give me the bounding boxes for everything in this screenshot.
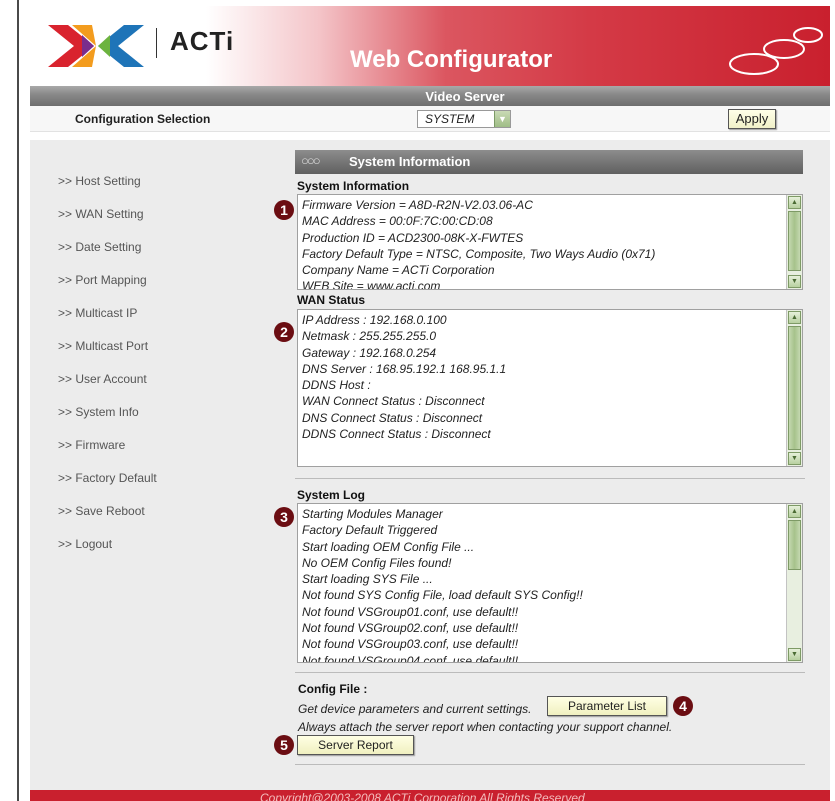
sidebar-item-firmware[interactable]: >> Firmware	[58, 438, 125, 452]
system-log-line: Not found VSGroup03.conf, use default!!	[302, 637, 519, 652]
wan-status-line: DNS Connect Status : Disconnect	[302, 410, 483, 425]
wan-status-line: WAN Connect Status : Disconnect	[302, 394, 485, 409]
server-report-button[interactable]: Server Report	[297, 735, 414, 755]
system-info-line: Firmware Version = A8D-R2N-V2.03.06-AC	[302, 198, 533, 212]
sidebar-item-date-setting[interactable]: >> Date Setting	[58, 240, 141, 254]
system-info-lines: Firmware Version = A8D-R2N-V2.03.06-AC M…	[302, 197, 656, 290]
wan-status-lines: IP Address : 192.168.0.100 Netmask : 255…	[302, 312, 506, 442]
system-log-line: Start loading OEM Config File ...	[302, 539, 475, 554]
sidebar-item-factory-default[interactable]: >> Factory Default	[58, 471, 157, 485]
divider	[295, 764, 805, 765]
panel-title: System Information	[349, 154, 471, 169]
system-log-line: Not found VSGroup04.conf, use default!!	[302, 653, 519, 663]
wan-status-line: IP Address : 192.168.0.100	[302, 313, 447, 327]
sidebar-item-system-info[interactable]: >> System Info	[58, 405, 139, 419]
sidebar-item-logout[interactable]: >> Logout	[58, 537, 112, 551]
config-file-description: Get device parameters and current settin…	[298, 702, 532, 716]
sidebar: >> Host Setting >> WAN Setting >> Date S…	[30, 140, 266, 790]
chevron-down-icon[interactable]: ▼	[494, 111, 510, 127]
copyright-text: Copyright@2003-2008 ACTi Corporation All…	[260, 791, 585, 801]
scroll-thumb[interactable]	[788, 211, 801, 271]
parameter-list-button[interactable]: Parameter List	[547, 696, 667, 716]
sidebar-item-multicast-port[interactable]: >> Multicast Port	[58, 339, 148, 353]
config-selection-value: SYSTEM	[425, 112, 475, 126]
system-log-line: Start loading SYS File ...	[302, 572, 433, 587]
system-info-line: Production ID = ACD2300-08K-X-FWTES	[302, 230, 524, 245]
server-report-description: Always attach the server report when con…	[298, 720, 673, 734]
wan-status-line: Gateway : 192.168.0.254	[302, 345, 437, 360]
sidebar-item-multicast-ip[interactable]: >> Multicast IP	[58, 306, 137, 320]
system-log-line: Factory Default Triggered	[302, 523, 438, 538]
system-info-line: WEB Site = www.acti.com	[302, 279, 441, 290]
system-log-line: Not found VSGroup02.conf, use default!!	[302, 621, 519, 636]
config-selection-bar: Configuration Selection SYSTEM ▼ Apply	[30, 106, 830, 132]
callout-marker-3: 3	[274, 507, 294, 527]
rings-icon: ○○○	[301, 153, 321, 168]
config-file-label: Config File :	[298, 682, 368, 696]
scroll-down-icon[interactable]: ▼	[788, 452, 801, 465]
apply-button[interactable]: Apply	[728, 109, 776, 129]
scroll-up-icon[interactable]: ▲	[788, 311, 801, 324]
footer: Copyright@2003-2008 ACTi Corporation All…	[30, 790, 830, 801]
device-title: Video Server	[425, 89, 505, 104]
wan-status-line: DNS Server : 168.95.192.1 168.95.1.1	[302, 361, 507, 376]
rings-decoration-icon	[729, 27, 823, 75]
scroll-up-icon[interactable]: ▲	[788, 505, 801, 518]
app-title: Web Configurator	[350, 46, 553, 73]
system-log-lines: Starting Modules Manager Factory Default…	[302, 506, 583, 663]
panel-header: ○○○ System Information	[295, 150, 803, 174]
config-selection-label: Configuration Selection	[75, 112, 211, 126]
system-info-line: Company Name = ACTi Corporation	[302, 263, 495, 278]
scrollbar[interactable]: ▲ ▼	[786, 310, 802, 466]
system-info-line: Factory Default Type = NTSC, Composite, …	[302, 246, 656, 261]
system-info-textbox[interactable]: Firmware Version = A8D-R2N-V2.03.06-AC M…	[297, 194, 803, 290]
scroll-down-icon[interactable]: ▼	[788, 275, 801, 288]
sidebar-item-save-reboot[interactable]: >> Save Reboot	[58, 504, 145, 518]
divider	[295, 672, 805, 673]
scroll-down-icon[interactable]: ▼	[788, 648, 801, 661]
system-log-line: Not found SYS Config File, load default …	[302, 588, 583, 603]
wan-status-line: Netmask : 255.255.255.0	[302, 329, 437, 344]
scroll-thumb[interactable]	[788, 520, 801, 570]
system-info-line: MAC Address = 00:0F:7C:00:CD:08	[302, 214, 493, 229]
callout-marker-4: 4	[673, 696, 693, 716]
sidebar-item-wan-setting[interactable]: >> WAN Setting	[58, 207, 144, 221]
config-selection-dropdown[interactable]: SYSTEM ▼	[417, 110, 511, 128]
wan-status-textbox[interactable]: IP Address : 192.168.0.100 Netmask : 255…	[297, 309, 803, 467]
header-banner: ACTi Web Configurator	[30, 6, 830, 86]
system-info-label: System Information	[297, 179, 410, 193]
wan-status-line: DDNS Connect Status : Disconnect	[302, 427, 491, 442]
system-log-line: Not found VSGroup01.conf, use default!!	[302, 604, 519, 619]
callout-marker-2: 2	[274, 322, 294, 342]
scroll-up-icon[interactable]: ▲	[788, 196, 801, 209]
callout-marker-5: 5	[274, 735, 294, 755]
acti-logo-icon	[48, 25, 144, 67]
scrollbar[interactable]: ▲ ▼	[786, 504, 802, 662]
divider	[295, 478, 805, 479]
system-log-textbox[interactable]: Starting Modules Manager Factory Default…	[297, 503, 803, 663]
wan-status-label: WAN Status	[297, 293, 366, 307]
system-log-line: No OEM Config Files found!	[302, 555, 452, 570]
scrollbar[interactable]: ▲ ▼	[786, 195, 802, 289]
window-edge	[17, 0, 19, 801]
sidebar-item-host-setting[interactable]: >> Host Setting	[58, 174, 141, 188]
callout-marker-1: 1	[274, 200, 294, 220]
sidebar-item-user-account[interactable]: >> User Account	[58, 372, 147, 386]
system-log-line: Starting Modules Manager	[302, 507, 443, 521]
logo-divider	[156, 28, 157, 58]
system-log-label: System Log	[297, 488, 366, 502]
scroll-thumb[interactable]	[788, 326, 801, 450]
wan-status-line: DDNS Host :	[302, 378, 371, 393]
logo-text: ACTi	[170, 26, 235, 56]
page: ACTi Web Configurator Video Server Confi…	[0, 0, 835, 801]
sidebar-item-port-mapping[interactable]: >> Port Mapping	[58, 273, 147, 287]
device-title-bar: Video Server	[30, 86, 830, 106]
